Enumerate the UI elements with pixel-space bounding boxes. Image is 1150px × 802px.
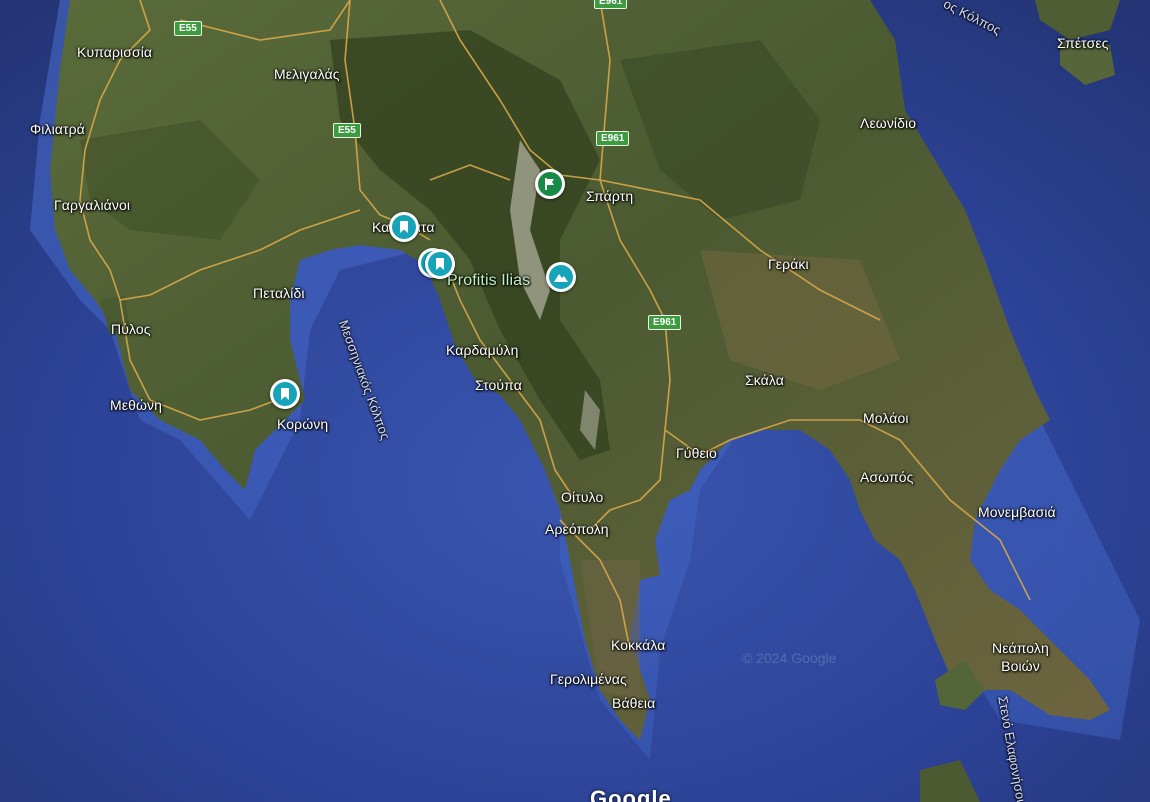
place-label-gargalianoi: Γαργαλιάνοι xyxy=(54,197,131,213)
place-label-kardamyli: Καρδαμύλη xyxy=(446,342,519,358)
place-label-pylos: Πύλος xyxy=(111,321,151,337)
bookmark-icon xyxy=(392,215,416,239)
map-copyright: © 2024 Google xyxy=(742,650,837,666)
place-label-gerolimenas: Γερολιμένας xyxy=(550,671,627,687)
map-marker-saved-kalamata[interactable] xyxy=(389,212,419,242)
place-label-gytheio: Γύθειο xyxy=(676,445,717,461)
place-label-geraki: Γεράκι xyxy=(768,256,809,272)
place-label-areopoli: Αρεόπολη xyxy=(545,521,609,537)
place-label-asopos: Ασωπός xyxy=(860,469,914,485)
place-label-meligalas: Μελιγαλάς xyxy=(274,66,340,82)
place-label-sparti: Σπάρτη xyxy=(586,188,634,204)
satellite-map[interactable]: Κυπαρισσία Μελιγαλάς Φιλιατρά Γαργαλιάνο… xyxy=(0,0,1150,802)
bookmark-icon xyxy=(273,382,297,406)
place-label-koroni: Κορώνη xyxy=(277,416,329,432)
map-marker-mountain[interactable] xyxy=(546,262,576,292)
road-shield-e55: E55 xyxy=(333,123,361,138)
place-label-vatheia: Βάθεια xyxy=(612,695,656,711)
feature-label-profitis-ilias[interactable]: Profitis Ilias xyxy=(447,272,530,290)
place-label-kyparissia: Κυπαρισσία xyxy=(77,44,153,60)
place-label-leonidio: Λεωνίδιο xyxy=(860,115,917,131)
road-shield-e961: E961 xyxy=(648,315,682,330)
road-shield-e55: E55 xyxy=(174,21,202,36)
mountain-icon xyxy=(549,265,573,289)
place-label-stoupa: Στούπα xyxy=(475,377,522,393)
place-label-molaoi: Μολάοι xyxy=(863,410,909,426)
map-marker-sparti[interactable] xyxy=(535,169,565,199)
road-shield-e961: E961 xyxy=(594,0,628,9)
place-label-skala: Σκάλα xyxy=(745,372,784,388)
map-marker-saved-koroni[interactable] xyxy=(270,379,300,409)
place-label-filiatra: Φιλιατρά xyxy=(30,121,85,137)
flag-icon xyxy=(538,172,562,196)
place-label-petalidi: Πεταλίδι xyxy=(253,285,305,301)
place-label-neapoli: Νεάπολη Βοιών xyxy=(992,640,1049,674)
place-label-oitylo: Οίτυλο xyxy=(561,489,604,505)
place-label-spetses: Σπέτσες xyxy=(1057,35,1109,51)
road-shield-e961: E961 xyxy=(596,131,630,146)
map-marker-saved-coast-front[interactable] xyxy=(425,249,455,279)
place-label-monemvasia: Μονεμβασιά xyxy=(978,504,1056,520)
place-label-kokkala: Κοκκάλα xyxy=(611,637,666,653)
google-attribution: Google xyxy=(590,786,672,802)
bookmark-icon xyxy=(428,252,452,276)
place-label-methoni: Μεθώνη xyxy=(110,397,163,413)
